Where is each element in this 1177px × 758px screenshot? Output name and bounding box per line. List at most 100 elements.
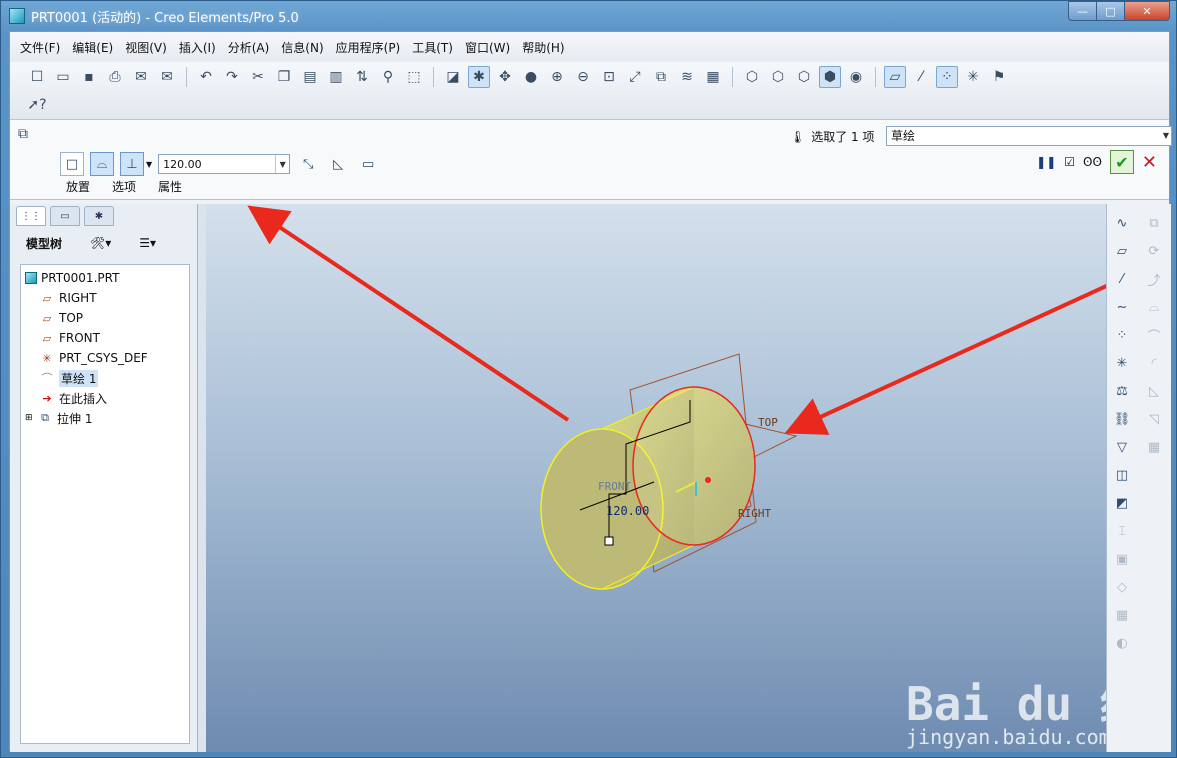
- zoom-in-icon[interactable]: ⊕: [546, 66, 568, 88]
- sketch-circle[interactable]: [632, 386, 756, 546]
- chamfer-tool-icon[interactable]: ◺: [1143, 380, 1165, 402]
- email-link-icon[interactable]: ✉: [156, 66, 178, 88]
- selection-filter-select[interactable]: 草绘 ▼: [886, 126, 1172, 146]
- mirror-tool-icon[interactable]: ⌶: [1111, 520, 1133, 542]
- graphics-viewport[interactable]: 120.00 TOP RIGHT FRONT Bai du 经验 jingyan…: [206, 204, 1106, 752]
- draft-tool-icon[interactable]: ◹: [1143, 408, 1165, 430]
- datum-plane-tool-icon[interactable]: ▱: [1111, 240, 1133, 262]
- menu-help[interactable]: 帮助(H): [516, 36, 570, 59]
- csys-tool-icon[interactable]: ✳: [1111, 352, 1133, 374]
- flip-direction-icon[interactable]: ⤡: [296, 152, 320, 176]
- menu-info[interactable]: 信息(N): [275, 36, 329, 59]
- selection-box-icon[interactable]: ⬚: [403, 66, 425, 88]
- wireframe-icon[interactable]: ⬡: [741, 66, 763, 88]
- view-manager-icon[interactable]: ▦: [702, 66, 724, 88]
- depth-option-chevron-icon[interactable]: ▼: [146, 160, 152, 169]
- datum-axis-tool-icon[interactable]: ⁄: [1111, 268, 1133, 290]
- maximize-button[interactable]: □: [1096, 1, 1124, 21]
- open-file-icon[interactable]: ▭: [52, 66, 74, 88]
- remove-material-icon[interactable]: ◺: [326, 152, 350, 176]
- rib-tool-icon[interactable]: ◩: [1111, 492, 1133, 514]
- menu-tools[interactable]: 工具(T): [406, 36, 459, 59]
- menu-window[interactable]: 窗口(W): [459, 36, 516, 59]
- redo-icon[interactable]: ↷: [221, 66, 243, 88]
- trim-tool-icon[interactable]: ◇: [1111, 576, 1133, 598]
- tree-item-part[interactable]: PRT0001.PRT: [21, 268, 189, 288]
- pattern-tool-icon[interactable]: ▦: [1143, 436, 1165, 458]
- merge-tool-icon[interactable]: ▣: [1111, 548, 1133, 570]
- tab-properties[interactable]: 属性: [158, 178, 182, 195]
- expand-icon[interactable]: ⊞: [25, 413, 37, 423]
- enhanced-realism-icon[interactable]: ◉: [845, 66, 867, 88]
- shading-icon[interactable]: ⬢: [819, 66, 841, 88]
- no-hidden-icon[interactable]: ⬡: [793, 66, 815, 88]
- thicken-tool-icon[interactable]: ◐: [1111, 632, 1133, 654]
- tree-item-top[interactable]: ▱ TOP: [21, 308, 189, 328]
- round-tool-icon[interactable]: ◜: [1143, 352, 1165, 374]
- spin-center-icon[interactable]: ✱: [468, 66, 490, 88]
- tree-item-insert-here[interactable]: ➔ 在此插入: [21, 388, 189, 408]
- favorites-tab[interactable]: ✱: [84, 206, 114, 226]
- depth-value-input[interactable]: 120.00 ▼: [158, 154, 291, 174]
- orient-mode-icon[interactable]: ✥: [494, 66, 516, 88]
- cut-icon[interactable]: ✂: [247, 66, 269, 88]
- boundary-blend-icon[interactable]: ⌒: [1143, 324, 1165, 346]
- depth-option-icon[interactable]: ⊥: [120, 152, 144, 176]
- zoom-out-icon[interactable]: ⊖: [572, 66, 594, 88]
- paste-special-icon[interactable]: ▥: [325, 66, 347, 88]
- saved-views-icon[interactable]: ⧉: [650, 66, 672, 88]
- annotation-display-icon[interactable]: ⚑: [988, 66, 1010, 88]
- folder-browser-tab[interactable]: ▭: [50, 206, 80, 226]
- hidden-line-icon[interactable]: ⬡: [767, 66, 789, 88]
- menu-applications[interactable]: 应用程序(P): [330, 36, 407, 59]
- datum-curve-tool-icon[interactable]: ∼: [1111, 296, 1133, 318]
- offset-tool-icon[interactable]: ▦: [1111, 604, 1133, 626]
- thicken-icon[interactable]: ▭: [356, 152, 380, 176]
- tree-item-csys[interactable]: ✳ PRT_CSYS_DEF: [21, 348, 189, 368]
- save-icon[interactable]: ▪: [78, 66, 100, 88]
- ok-button[interactable]: ✔: [1109, 150, 1134, 174]
- settings-icon[interactable]: 🛠▾: [90, 236, 111, 250]
- pause-icon[interactable]: ❚❚: [1036, 155, 1056, 169]
- tree-item-sketch[interactable]: ⌒ 草绘 1: [21, 368, 189, 388]
- tree-item-extrude[interactable]: ⊞ ⧉ 拉伸 1: [21, 408, 189, 428]
- blend-tool-icon[interactable]: ⌓: [1143, 296, 1165, 318]
- menu-insert[interactable]: 插入(I): [173, 36, 222, 59]
- find-icon[interactable]: ⚲: [377, 66, 399, 88]
- shell-tool-icon[interactable]: ◫: [1111, 464, 1133, 486]
- tab-placement[interactable]: 放置: [66, 178, 90, 195]
- datum-point-tool-icon[interactable]: ⁘: [1111, 324, 1133, 346]
- sketch-tool-icon[interactable]: ∿: [1111, 212, 1133, 234]
- title-bar[interactable]: PRT0001 (活动的) - Creo Elements/Pro 5.0: [1, 1, 1176, 31]
- show-icon[interactable]: ☰▾: [139, 236, 156, 250]
- drag-handle[interactable]: [604, 536, 614, 546]
- extrude-tool-icon[interactable]: ⧉: [1143, 212, 1165, 234]
- publish-geometry-icon[interactable]: ⛓: [1111, 408, 1133, 430]
- datum-axes-display-icon[interactable]: ⁄: [910, 66, 932, 88]
- copy-icon[interactable]: ❐: [273, 66, 295, 88]
- menu-analysis[interactable]: 分析(A): [222, 36, 276, 59]
- analysis-tool-icon[interactable]: ⚖: [1111, 380, 1133, 402]
- tree-item-right[interactable]: ▱ RIGHT: [21, 288, 189, 308]
- new-file-icon[interactable]: ☐: [26, 66, 48, 88]
- appearance-icon[interactable]: ●: [520, 66, 542, 88]
- solid-extrude-icon[interactable]: □: [60, 152, 84, 176]
- surface-extrude-icon[interactable]: ⌓: [90, 152, 114, 176]
- undo-icon[interactable]: ↶: [195, 66, 217, 88]
- menu-view[interactable]: 视图(V): [119, 36, 173, 59]
- preview-checkbox[interactable]: ☑: [1064, 155, 1075, 169]
- datum-points-display-icon[interactable]: ⁘: [936, 66, 958, 88]
- sweep-tool-icon[interactable]: ⤴: [1143, 268, 1165, 290]
- reorient-icon[interactable]: ⤢: [624, 66, 646, 88]
- glasses-preview-icon[interactable]: ʘʘ: [1083, 155, 1102, 169]
- paste-icon[interactable]: ▤: [299, 66, 321, 88]
- layers-icon[interactable]: ≋: [676, 66, 698, 88]
- email-icon[interactable]: ✉: [130, 66, 152, 88]
- tree-item-front[interactable]: ▱ FRONT: [21, 328, 189, 348]
- minimize-button[interactable]: —: [1068, 1, 1096, 21]
- revolve-tool-icon[interactable]: ⟳: [1143, 240, 1165, 262]
- menu-file[interactable]: 文件(F): [14, 36, 66, 59]
- context-help-icon[interactable]: ➚?: [26, 94, 48, 116]
- panel-splitter[interactable]: [198, 204, 206, 752]
- regenerate-icon[interactable]: ⇅: [351, 66, 373, 88]
